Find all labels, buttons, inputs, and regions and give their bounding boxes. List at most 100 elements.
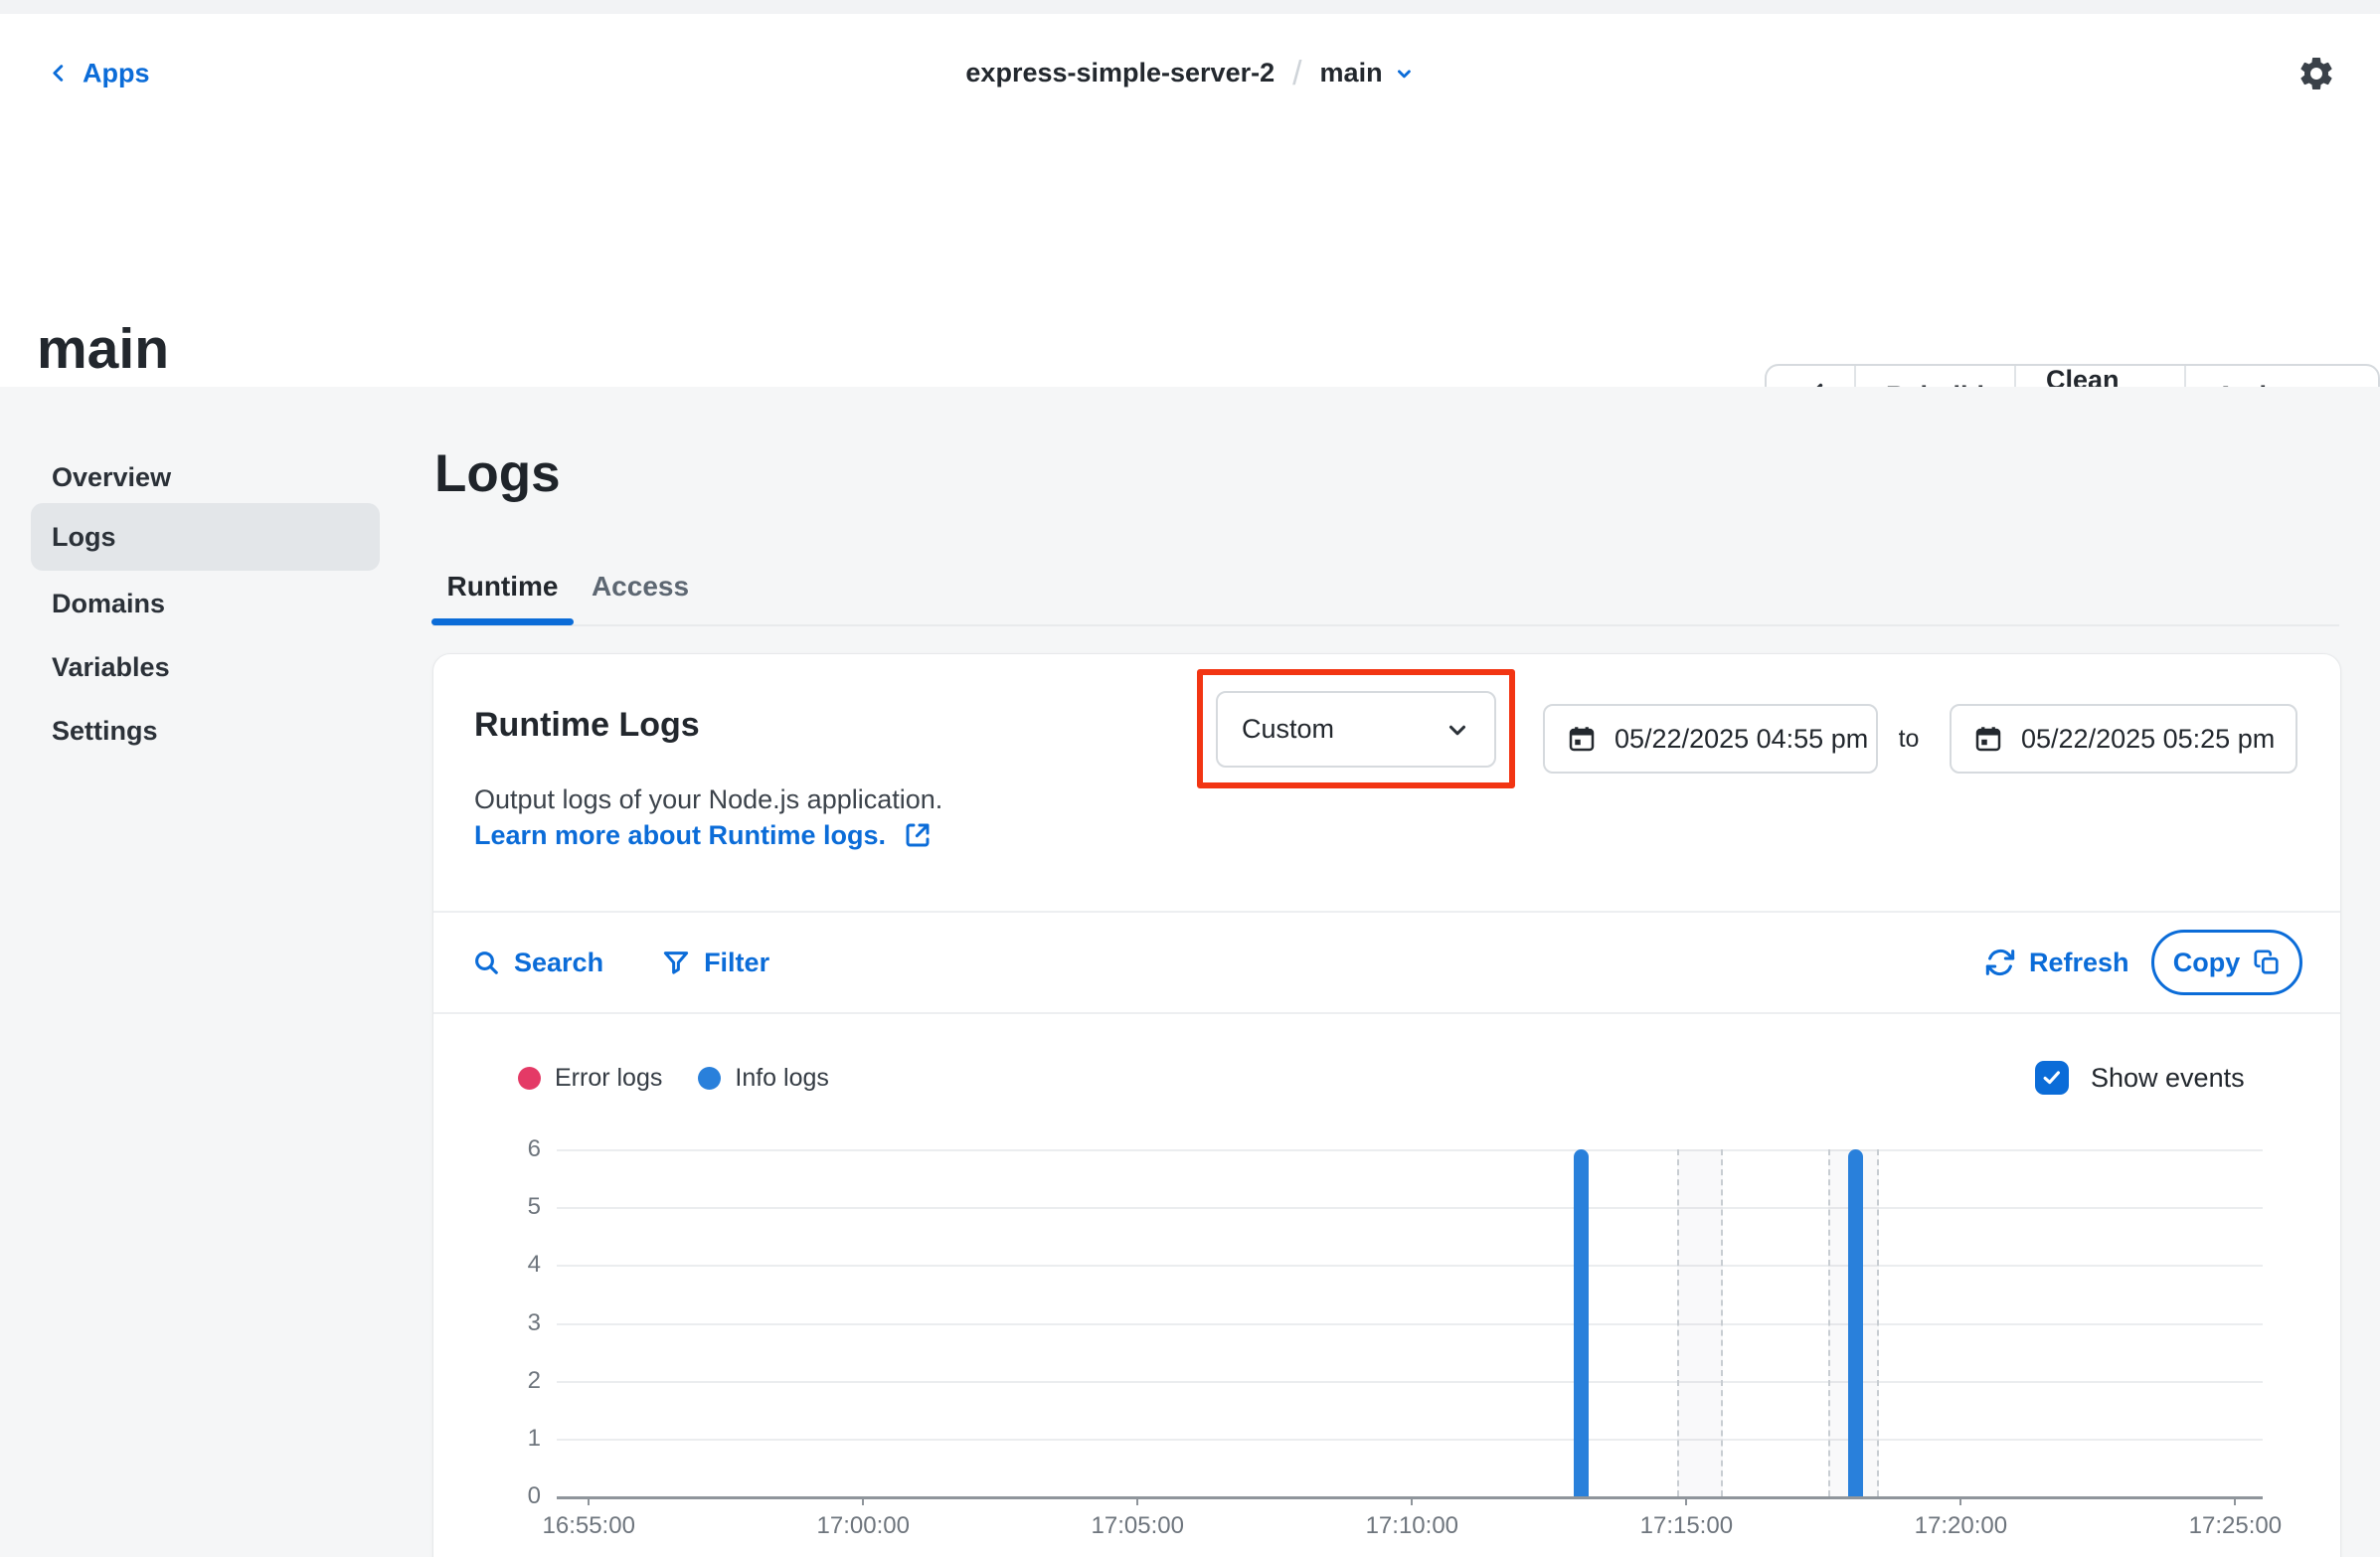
- x-tick-mark: [588, 1496, 590, 1505]
- x-tick-mark: [2234, 1496, 2236, 1505]
- breadcrumb-app-name: express-simple-server-2: [965, 58, 1275, 88]
- y-tick-label: 4: [528, 1252, 541, 1278]
- x-tick-label: 17:20:00: [1915, 1512, 2007, 1540]
- grid-line: [557, 1381, 2263, 1383]
- show-events-checkbox[interactable]: [2035, 1061, 2069, 1095]
- sidebar-item-label: Variables: [52, 652, 170, 683]
- card-description: Output logs of your Node.js application.: [474, 784, 942, 815]
- y-tick-label: 3: [528, 1310, 541, 1336]
- time-range-dropdown[interactable]: Custom: [1216, 691, 1496, 768]
- calendar-icon: [1567, 724, 1597, 754]
- y-tick-label: 2: [528, 1368, 541, 1394]
- filter-button[interactable]: Filter: [661, 948, 769, 978]
- sidebar-item-label: Logs: [52, 522, 116, 553]
- breadcrumb: express-simple-server-2 / main: [965, 57, 1414, 90]
- sidebar-item-domains[interactable]: Domains: [31, 576, 380, 631]
- x-tick-label: 17:00:00: [817, 1512, 910, 1540]
- page-title: main: [37, 321, 169, 378]
- tabs-divider: [432, 624, 2339, 626]
- show-events-label: Show events: [2091, 1063, 2245, 1094]
- environment-switcher[interactable]: main: [1320, 58, 1415, 88]
- refresh-button[interactable]: Refresh: [1984, 929, 2129, 996]
- x-tick-mark: [1136, 1496, 1138, 1505]
- time-range-value: Custom: [1242, 714, 1334, 745]
- back-to-apps-button[interactable]: Apps: [48, 58, 150, 88]
- tab-runtime[interactable]: Runtime: [431, 555, 574, 618]
- tab-access[interactable]: Access: [589, 555, 692, 618]
- card-title: Runtime Logs: [474, 706, 700, 745]
- chevron-down-icon: [1445, 717, 1470, 743]
- date-to-input[interactable]: 05/22/2025 05:25 pm: [1950, 704, 2297, 774]
- grid-line: [557, 1265, 2263, 1267]
- sidebar-item-overview[interactable]: Overview: [31, 449, 380, 505]
- breadcrumb-separator: /: [1292, 57, 1301, 90]
- date-to-value: 05/22/2025 05:25 pm: [2021, 724, 2275, 755]
- x-tick-label: 17:15:00: [1640, 1512, 1733, 1540]
- x-tick-mark: [1685, 1496, 1687, 1505]
- active-tab-underline: [431, 618, 574, 625]
- y-tick-label: 5: [528, 1194, 541, 1220]
- chevron-down-icon: [1395, 64, 1415, 84]
- x-tick-label: 17:10:00: [1366, 1512, 1458, 1540]
- info-logs-dot: [698, 1067, 721, 1090]
- external-link-icon: [902, 819, 934, 851]
- learn-more-label: Learn more about Runtime logs.: [474, 820, 886, 851]
- runtime-logs-card: Runtime Logs Output logs of your Node.js…: [432, 653, 2341, 1557]
- y-tick-label: 1: [528, 1426, 541, 1452]
- header-bar: Apps express-simple-server-2 / main: [0, 14, 2380, 134]
- grid-line: [557, 1439, 2263, 1441]
- environment-hero: main .js.wpenginepoweredstaging.com: [0, 132, 2380, 387]
- x-tick-label: 16:55:00: [542, 1512, 634, 1540]
- grid-line: [557, 1149, 2263, 1151]
- gear-icon: [2296, 54, 2336, 93]
- grid-line: [557, 1207, 2263, 1209]
- logs-section-title: Logs: [434, 447, 561, 500]
- y-tick-label: 6: [528, 1136, 541, 1162]
- error-logs-dot: [518, 1067, 541, 1090]
- event-band: [1677, 1149, 1723, 1496]
- settings-button[interactable]: [2296, 54, 2336, 93]
- date-from-input[interactable]: 05/22/2025 04:55 pm: [1543, 704, 1878, 774]
- log-toolbar: Search Filter: [471, 929, 769, 996]
- calendar-icon: [1973, 724, 2003, 754]
- top-edge-strip: [0, 0, 2380, 14]
- x-tick-mark: [862, 1496, 864, 1505]
- log-bar[interactable]: [1574, 1149, 1589, 1496]
- app-canvas: Apps express-simple-server-2 / main main…: [0, 0, 2380, 1557]
- grid-line: [557, 1323, 2263, 1325]
- refresh-label: Refresh: [2029, 948, 2129, 978]
- learn-more-link[interactable]: Learn more about Runtime logs.: [474, 819, 934, 851]
- sidebar-item-logs[interactable]: Logs: [31, 503, 380, 571]
- search-icon: [471, 948, 501, 977]
- y-tick-label: 0: [528, 1483, 541, 1509]
- sidebar-item-variables[interactable]: Variables: [31, 639, 380, 695]
- filter-label: Filter: [704, 948, 769, 978]
- filter-funnel-icon: [661, 948, 691, 977]
- x-tick-label: 17:25:00: [2189, 1512, 2282, 1540]
- sidebar-item-label: Settings: [52, 716, 158, 747]
- chart-ylabels: 0123456: [479, 1149, 541, 1496]
- x-tick-mark: [1411, 1496, 1413, 1505]
- x-tick-mark: [1959, 1496, 1961, 1505]
- card-divider: [433, 911, 2340, 913]
- info-logs-label: Info logs: [735, 1064, 829, 1093]
- x-tick-label: 17:05:00: [1092, 1512, 1184, 1540]
- chart-plot: [557, 1149, 2263, 1499]
- log-bar[interactable]: [1848, 1149, 1863, 1496]
- chevron-left-icon: [48, 63, 70, 85]
- copy-icon: [2253, 949, 2281, 976]
- copy-button[interactable]: Copy: [2151, 930, 2302, 995]
- search-button[interactable]: Search: [471, 948, 603, 978]
- show-events-toggle[interactable]: Show events: [2035, 1058, 2245, 1098]
- date-range-join-label: to: [1885, 704, 1933, 774]
- search-label: Search: [514, 948, 603, 978]
- chart-legend: Error logs Info logs: [518, 1060, 829, 1096]
- refresh-icon: [1984, 947, 2016, 978]
- back-label: Apps: [83, 58, 150, 88]
- chart-xaxis: 16:55:0017:00:0017:05:0017:10:0017:15:00…: [557, 1496, 2263, 1556]
- sidebar-item-label: Overview: [52, 462, 171, 493]
- breadcrumb-environment: main: [1320, 58, 1383, 88]
- date-from-value: 05/22/2025 04:55 pm: [1615, 724, 1868, 755]
- sidebar-item-settings[interactable]: Settings: [31, 703, 380, 759]
- sidebar-item-label: Domains: [52, 589, 165, 619]
